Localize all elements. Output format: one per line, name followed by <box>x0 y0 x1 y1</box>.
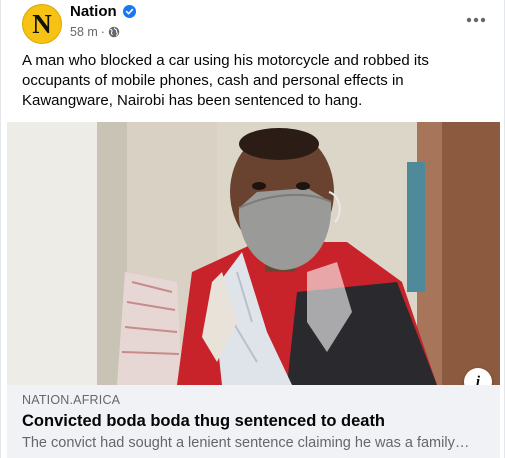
link-preview-image[interactable] <box>7 122 500 385</box>
verified-badge-icon <box>123 5 136 18</box>
page-avatar[interactable]: N <box>22 4 62 44</box>
post-caption: A man who blocked a car using his motorc… <box>22 52 429 109</box>
page-name-link[interactable]: Nation <box>70 3 117 20</box>
post-meta: 58 m · <box>70 25 120 39</box>
news-photo <box>7 122 500 385</box>
more-options-icon <box>466 17 486 23</box>
avatar-logo-letter: N <box>32 8 52 39</box>
link-domain: NATION.AFRICA <box>22 393 121 407</box>
meta-separator: · <box>100 25 105 39</box>
feed-post: N Nation 58 m · A man who blocked a car … <box>0 0 505 458</box>
post-timestamp[interactable]: 58 m <box>70 25 98 39</box>
link-description: The convict had sought a lenient sentenc… <box>22 435 470 451</box>
globe-icon[interactable] <box>108 26 120 38</box>
more-options-button[interactable] <box>464 10 488 30</box>
post-header: N Nation 58 m · <box>1 0 505 48</box>
link-preview-box[interactable]: NATION.AFRICA Convicted boda boda thug s… <box>7 385 500 458</box>
link-title[interactable]: Convicted boda boda thug sentenced to de… <box>22 412 385 431</box>
